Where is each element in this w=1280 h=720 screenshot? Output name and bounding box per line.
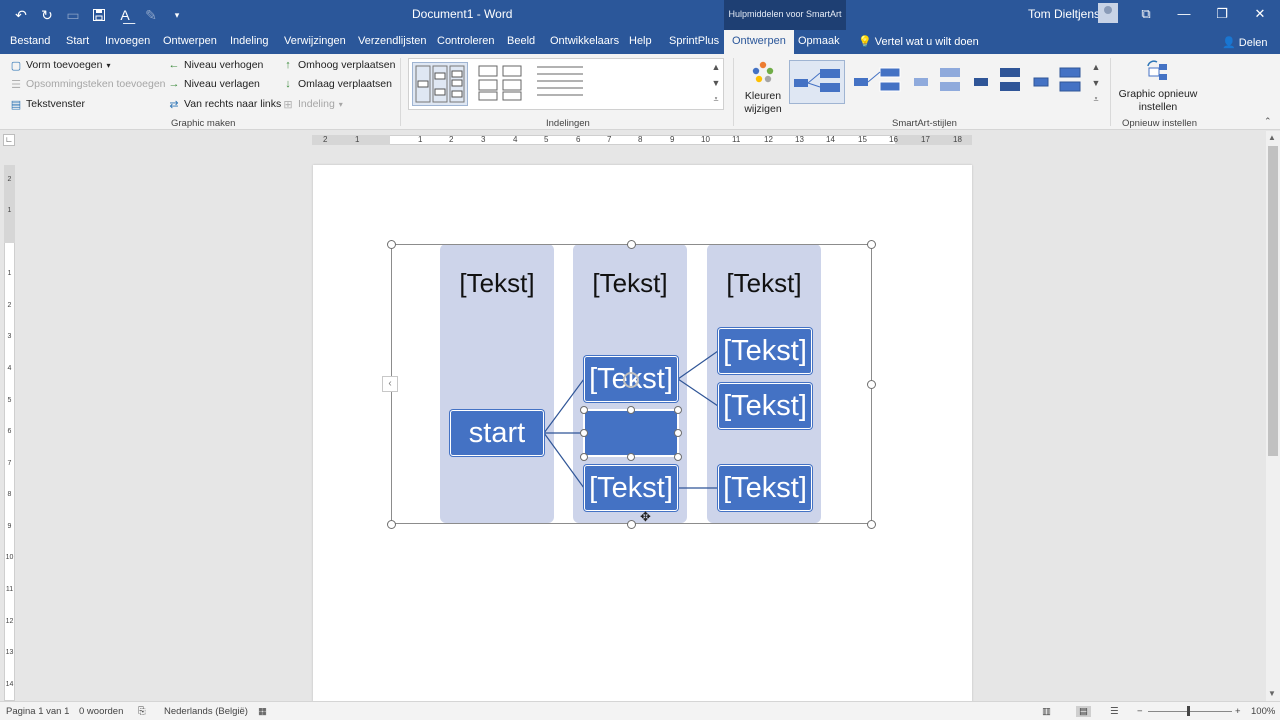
frame-resize-handle[interactable]	[387, 240, 396, 249]
frame-resize-handle[interactable]	[627, 520, 636, 529]
zoom-slider-thumb[interactable]	[1187, 706, 1190, 716]
smartart-frame[interactable]	[391, 244, 872, 524]
zoom-out-icon[interactable]: −	[1137, 706, 1143, 717]
status-bar: Pagina 1 van 1 0 woorden ⎘ Nederlands (B…	[0, 701, 1280, 720]
print-layout-icon[interactable]: ▤	[1076, 706, 1091, 717]
read-mode-icon[interactable]: ▥	[1042, 706, 1051, 717]
text-pane-toggle-icon[interactable]: ‹	[382, 376, 398, 392]
page-count[interactable]: Pagina 1 van 1	[6, 706, 69, 717]
frame-resize-handle[interactable]	[627, 240, 636, 249]
frame-resize-handle[interactable]	[867, 520, 876, 529]
language-indicator[interactable]: Nederlands (België)	[164, 706, 248, 717]
frame-resize-handle[interactable]	[387, 520, 396, 529]
web-layout-icon[interactable]: ☰	[1110, 706, 1119, 717]
frame-resize-handle[interactable]	[867, 240, 876, 249]
zoom-in-icon[interactable]: +	[1235, 706, 1241, 717]
move-cursor-icon: ✥	[640, 509, 651, 524]
zoom-slider[interactable]	[1148, 711, 1232, 712]
zoom-level[interactable]: 100%	[1251, 706, 1275, 717]
word-count[interactable]: 0 woorden	[79, 706, 123, 717]
macro-record-icon[interactable]: ▦	[258, 706, 267, 717]
frame-resize-handle[interactable]	[867, 380, 876, 389]
proofing-icon[interactable]: ⎘	[138, 706, 146, 717]
